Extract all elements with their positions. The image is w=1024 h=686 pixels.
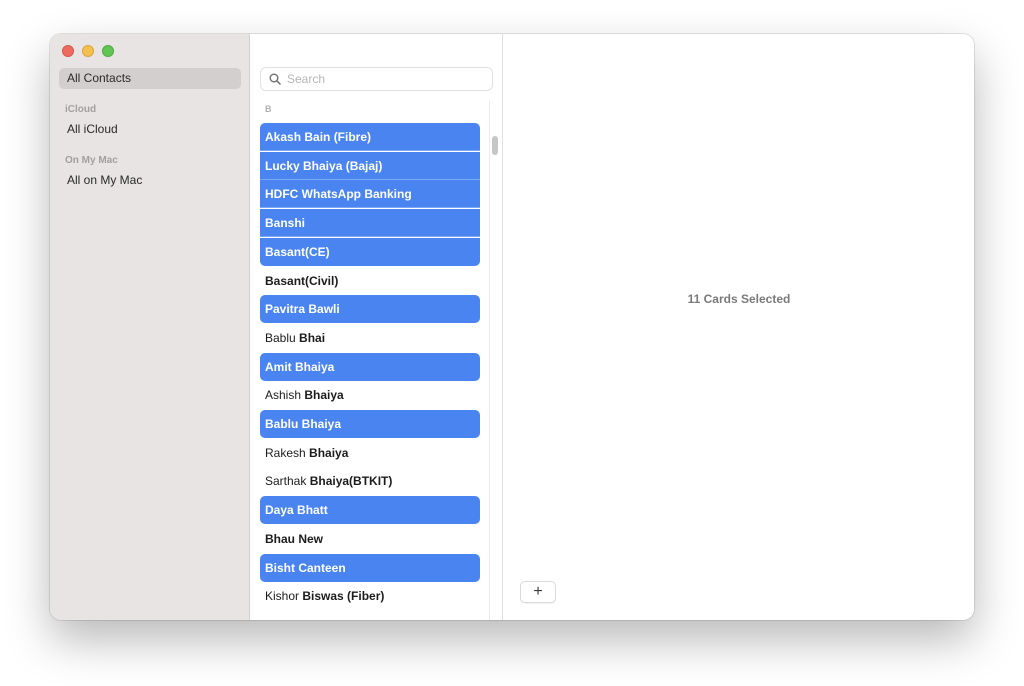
contact-first-name: Bablu Bhaiya bbox=[265, 417, 342, 431]
zoom-window-button[interactable] bbox=[102, 45, 114, 57]
contacts-window: All Contacts iCloud All iCloud On My Mac… bbox=[50, 34, 974, 620]
search-icon bbox=[269, 73, 281, 85]
contact-last-name: Biswas (Fiber) bbox=[302, 589, 385, 603]
contact-list-pane: B Akash Bain (Fibre) Lucky Bhaiya (Bajaj)… bbox=[250, 34, 503, 620]
contact-first-name: Rakesh bbox=[265, 446, 310, 460]
contact-row[interactable]: Basant(Civil) bbox=[260, 267, 480, 295]
selected-count-label: 11 Cards Selected bbox=[687, 292, 791, 306]
contact-last-name: Bhaiya bbox=[309, 446, 349, 460]
contact-row[interactable]: Daya Bhatt bbox=[260, 496, 480, 524]
search-input[interactable] bbox=[287, 72, 477, 86]
contact-row[interactable]: Lucky Bhaiya (Bajaj) bbox=[260, 152, 480, 180]
contact-first-name: Daya Bhatt bbox=[265, 503, 328, 517]
contact-first-name: Basant(CE) bbox=[265, 245, 330, 259]
contact-row[interactable]: Bablu Bhaiya bbox=[260, 410, 480, 438]
contact-first-name: HDFC WhatsApp Banking bbox=[265, 187, 412, 201]
contact-row[interactable]: Banshi bbox=[260, 209, 480, 237]
close-window-button[interactable] bbox=[62, 45, 74, 57]
contact-last-name: Bhaiya bbox=[304, 388, 344, 402]
contact-first-name: Bablu bbox=[265, 331, 300, 345]
sidebar: All Contacts iCloud All iCloud On My Mac… bbox=[50, 34, 250, 620]
contact-row[interactable]: Akash Bain (Fibre) bbox=[260, 123, 480, 151]
contact-row[interactable]: Basant(CE) bbox=[260, 238, 480, 266]
sidebar-section-icloud: iCloud bbox=[65, 104, 97, 115]
contact-first-name: Pavitra Bawli bbox=[265, 302, 340, 316]
contact-row[interactable]: Pavitra Bawli bbox=[260, 295, 480, 323]
section-letter: B bbox=[265, 104, 272, 114]
contact-first-name: Bisht Canteen bbox=[265, 561, 346, 575]
contact-last-name: Bhau New bbox=[265, 532, 324, 546]
contact-row[interactable]: Bablu Bhai bbox=[260, 324, 480, 352]
contact-row[interactable]: Ashish Bhaiya bbox=[260, 381, 480, 409]
window-controls bbox=[62, 45, 114, 57]
contact-first-name: Ashish bbox=[265, 388, 305, 402]
contact-row[interactable]: HDFC WhatsApp Banking bbox=[260, 180, 480, 208]
search-field[interactable] bbox=[260, 67, 493, 91]
contact-first-name: Amit Bhaiya bbox=[265, 360, 335, 374]
scroll-track bbox=[489, 100, 490, 620]
scrollbar-thumb[interactable] bbox=[492, 136, 498, 155]
contact-row[interactable]: Sarthak Bhaiya(BTKIT) bbox=[260, 467, 480, 495]
detail-pane: 11 Cards Selected + bbox=[504, 34, 974, 620]
contact-row[interactable]: Bisht Canteen bbox=[260, 554, 480, 582]
sidebar-item-all-icloud[interactable]: All iCloud bbox=[59, 119, 241, 140]
contact-row[interactable]: Kishor Biswas (Fiber) bbox=[260, 582, 480, 610]
contact-row[interactable]: Rakesh Bhaiya bbox=[260, 439, 480, 467]
contact-first-name: Sarthak bbox=[265, 474, 310, 488]
contact-first-name: Banshi bbox=[265, 216, 306, 230]
minimize-window-button[interactable] bbox=[82, 45, 94, 57]
contact-first-name: Lucky Bhaiya (Bajaj) bbox=[265, 159, 383, 173]
contact-row[interactable]: Bhau New bbox=[260, 525, 480, 553]
sidebar-section-on-my-mac: On My Mac bbox=[65, 155, 118, 166]
sidebar-item-all-contacts[interactable]: All Contacts bbox=[59, 68, 241, 89]
add-contact-button[interactable]: + bbox=[520, 581, 556, 603]
contact-last-name: Basant(Civil) bbox=[265, 274, 339, 288]
contact-row[interactable]: Amit Bhaiya bbox=[260, 353, 480, 381]
contact-last-name: Bhai bbox=[299, 331, 326, 345]
sidebar-item-all-on-my-mac[interactable]: All on My Mac bbox=[59, 170, 241, 191]
contact-last-name: Bhaiya(BTKIT) bbox=[309, 474, 393, 488]
contact-first-name: Kishor bbox=[265, 589, 303, 603]
contact-first-name: Akash Bain (Fibre) bbox=[265, 130, 372, 144]
